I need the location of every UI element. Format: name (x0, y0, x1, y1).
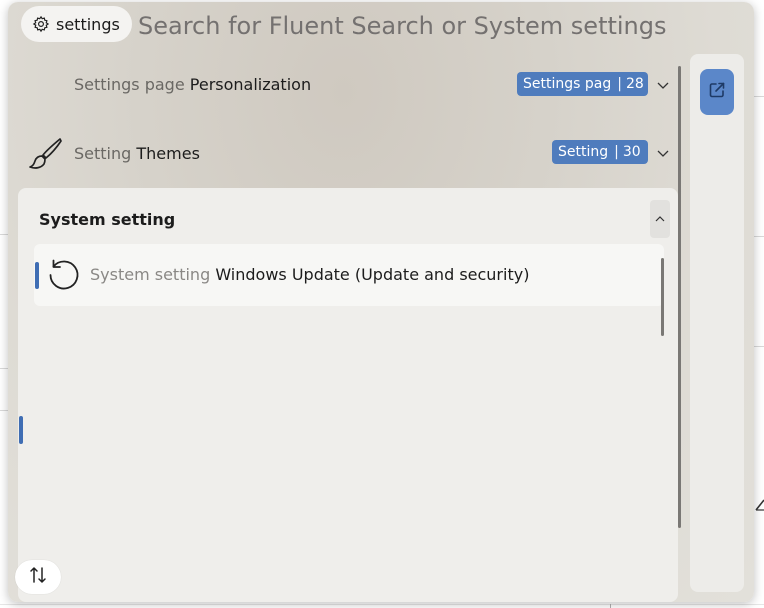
result-kind: System setting (90, 265, 211, 284)
background-divider (610, 604, 611, 608)
result-item-personalization[interactable]: Settings page Personalization Settings p… (18, 56, 678, 112)
background-divider (754, 346, 764, 347)
badge-count: 28 (625, 76, 644, 92)
result-item-themes[interactable]: Setting Themes Setting | 30 (18, 124, 678, 180)
focus-indicator (19, 416, 23, 444)
collapse-group-button[interactable] (650, 200, 670, 238)
result-type-badge: Setting | 30 (552, 140, 648, 164)
badge-type: Settings pag (523, 76, 612, 92)
badge-type: Setting (558, 144, 609, 160)
badge-count: 30 (622, 144, 641, 160)
open-external-icon (707, 80, 727, 104)
selection-indicator (35, 262, 39, 289)
gear-icon (32, 15, 50, 33)
chevron-down-icon[interactable] (656, 77, 670, 91)
actions-panel (690, 54, 744, 592)
result-name: Personalization (189, 74, 312, 94)
background-divider (754, 96, 764, 97)
result-label: Settings page Personalization (74, 75, 311, 94)
background-window-edge (754, 484, 764, 512)
search-input[interactable] (138, 6, 698, 46)
group-title: System setting (39, 210, 176, 229)
badge-separator: | (617, 76, 622, 92)
open-external-button[interactable] (700, 69, 734, 115)
system-setting-group: System setting System setting Windows Up… (18, 188, 678, 602)
result-item-windows-update[interactable]: System setting Windows Update (Update an… (34, 244, 664, 306)
group-scrollbar[interactable] (661, 258, 664, 336)
settings-scope-chip[interactable]: settings (21, 6, 132, 42)
result-name: Windows Update (Update and security) (215, 265, 530, 284)
result-kind: Settings page (74, 74, 185, 94)
result-label: System setting Windows Update (Update an… (90, 265, 529, 284)
sort-icon (28, 565, 48, 589)
results-scrollbar[interactable] (678, 66, 681, 528)
background-divider (754, 236, 764, 237)
fluent-search-window: settings Settings page Personalization S… (8, 2, 754, 602)
badge-separator: | (614, 144, 619, 160)
result-name: Themes (136, 144, 200, 163)
result-kind: Setting (74, 144, 132, 163)
scope-chip-label: settings (56, 14, 120, 34)
update-icon (46, 257, 80, 291)
chevron-down-icon[interactable] (656, 145, 670, 159)
sort-button[interactable] (15, 560, 61, 594)
result-label: Setting Themes (74, 144, 200, 163)
chevron-up-icon (654, 210, 666, 229)
paintbrush-icon (28, 136, 64, 172)
background-divider (0, 604, 764, 605)
result-type-badge: Settings pag | 28 (517, 72, 648, 96)
